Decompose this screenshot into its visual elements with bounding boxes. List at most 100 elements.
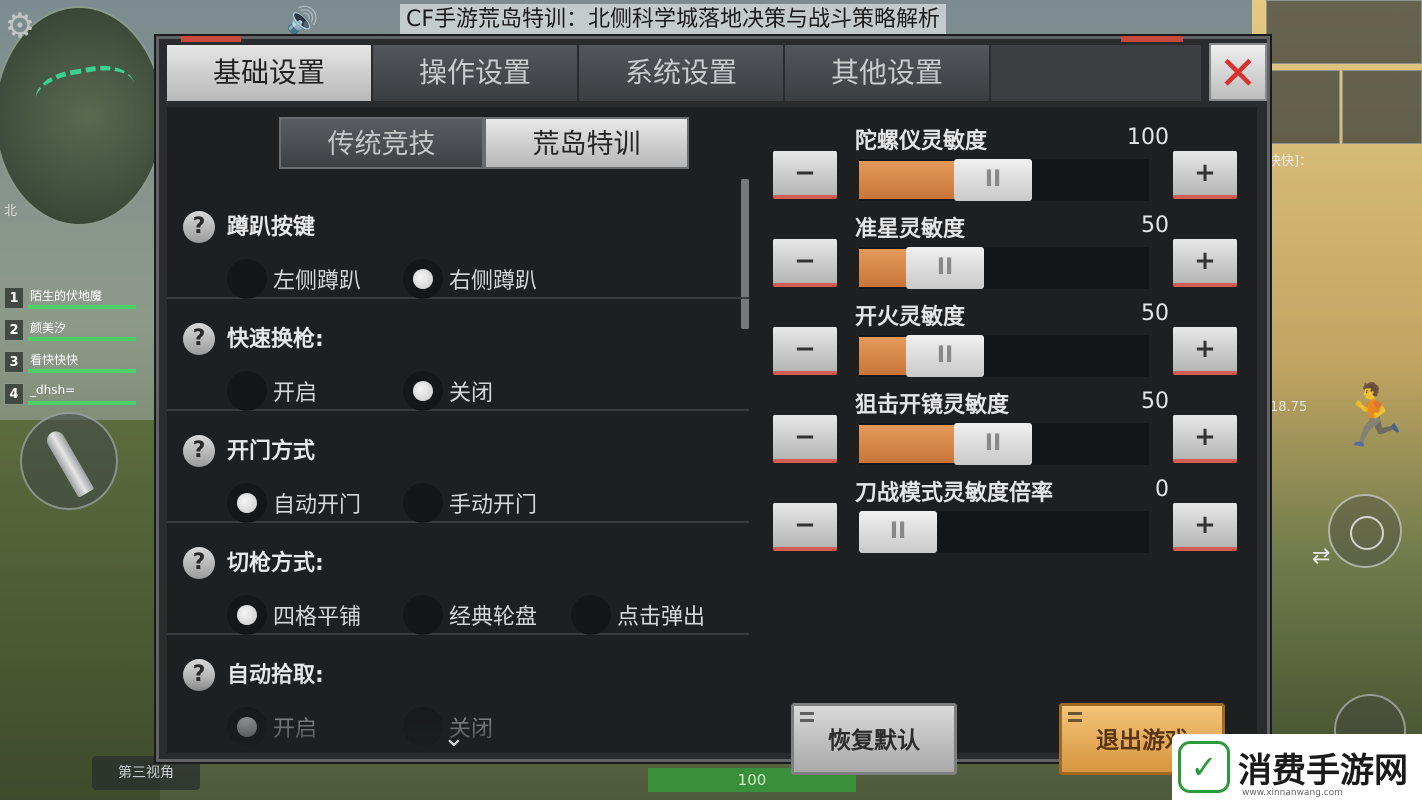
team-list: 1 陌生的伏地魔 2 颜美汐 3 看快快快 4 _dhsh=	[4, 282, 156, 410]
radio-label: 自动开门	[273, 493, 362, 518]
radio-option[interactable]: 右侧蹲趴	[403, 259, 537, 299]
slider-value: 100	[1127, 125, 1169, 150]
bullet-icon	[43, 428, 95, 498]
radio-option[interactable]: 四格平铺	[227, 595, 361, 635]
radio-option[interactable]: 经典轮盘	[403, 595, 537, 635]
slider-knife-mode-multiplier: 刀战模式灵敏度倍率 0 − II +	[773, 475, 1243, 563]
slider-track[interactable]: II	[859, 159, 1149, 201]
team-row: 3 看快快快	[4, 346, 156, 378]
teammate-name: 看快快快	[30, 353, 79, 367]
speaker-icon[interactable]: 🔊	[286, 6, 320, 36]
settings-panel: 基础设置 操作设置 系统设置 其他设置 ✕ 传统竞技 荒岛特训 ? 蹲趴按键 左…	[156, 36, 1270, 775]
radio-label: 开启	[273, 381, 318, 406]
glove-icon[interactable]	[1342, 70, 1422, 144]
slider-label: 准星灵敏度	[855, 217, 966, 242]
increase-button[interactable]: +	[1173, 503, 1237, 551]
attachment-slot[interactable]	[1266, 70, 1340, 144]
gear-icon[interactable]: ⚙	[0, 6, 40, 46]
panel-accent	[1121, 36, 1183, 42]
radio-label: 四格平铺	[273, 605, 362, 630]
radio-label: 左侧蹲趴	[273, 269, 362, 294]
slider-thumb[interactable]: II	[859, 511, 937, 553]
teammate-hp	[28, 305, 136, 309]
settings-content: 传统竞技 荒岛特训 ? 蹲趴按键 左侧蹲趴 右侧蹲趴 ? 快速换枪: 开启 关闭…	[167, 107, 1257, 775]
rifle-icon[interactable]	[1266, 0, 1422, 64]
slider-track[interactable]: II	[859, 423, 1149, 465]
help-icon[interactable]: ?	[183, 211, 215, 243]
slider-track[interactable]: II	[859, 247, 1149, 289]
team-row: 4 _dhsh=	[4, 378, 156, 410]
slider-thumb[interactable]: II	[954, 423, 1032, 465]
radio-button[interactable]	[403, 595, 443, 635]
radio-button[interactable]	[403, 371, 443, 411]
decrease-button[interactable]: −	[773, 327, 837, 375]
radio-option[interactable]: 左侧蹲趴	[227, 259, 361, 299]
tab-control-settings[interactable]: 操作设置	[373, 45, 579, 101]
slider-thumb[interactable]: II	[906, 335, 984, 377]
teammate-name: _dhsh=	[30, 383, 76, 397]
radio-button[interactable]	[227, 371, 267, 411]
slider-label: 陀螺仪灵敏度	[855, 129, 988, 154]
help-icon[interactable]: ?	[183, 435, 215, 467]
slider-crosshair-sensitivity: 准星灵敏度 50 − II +	[773, 211, 1243, 299]
slider-thumb[interactable]: II	[906, 247, 984, 289]
team-row: 2 颜美汐	[4, 314, 156, 346]
help-icon[interactable]: ?	[183, 323, 215, 355]
teammate-name: 颜美汐	[30, 321, 67, 335]
increase-button[interactable]: +	[1173, 239, 1237, 287]
slider-fire-sensitivity: 开火灵敏度 50 − II +	[773, 299, 1243, 387]
radio-button[interactable]	[403, 483, 443, 523]
compass-north-label: 北	[4, 204, 18, 219]
radio-option[interactable]: 自动开门	[227, 483, 361, 523]
chevron-down-icon[interactable]: ⌄	[443, 725, 465, 751]
menu-lines-icon	[1068, 712, 1082, 722]
slider-label: 开火灵敏度	[855, 305, 966, 330]
slider-track[interactable]: II	[859, 335, 1149, 377]
crosshair-icon[interactable]	[1328, 494, 1402, 568]
radio-option[interactable]: 开启	[227, 371, 317, 411]
radio-option[interactable]: 点击弹出	[571, 595, 705, 635]
slider-thumb[interactable]: II	[954, 159, 1032, 201]
decrease-button[interactable]: −	[773, 503, 837, 551]
tab-classic-mode[interactable]: 传统竞技	[279, 117, 484, 169]
radio-button[interactable]	[403, 259, 443, 299]
tab-other-settings[interactable]: 其他设置	[785, 45, 991, 101]
radio-button[interactable]	[227, 483, 267, 523]
section-title: 开门方式	[227, 439, 316, 464]
radio-option[interactable]: 关闭	[403, 371, 493, 411]
increase-button[interactable]: +	[1173, 151, 1237, 199]
setting-section-crouch: ? 蹲趴按键 左侧蹲趴 右侧蹲趴	[167, 187, 749, 299]
tab-basic-settings[interactable]: 基础设置	[167, 45, 373, 101]
slider-value: 50	[1141, 389, 1169, 414]
increase-button[interactable]: +	[1173, 415, 1237, 463]
radio-button[interactable]	[227, 259, 267, 299]
radio-label: 经典轮盘	[449, 605, 538, 630]
setting-section-weapon-switch: ? 切枪方式: 四格平铺 经典轮盘 点击弹出	[167, 523, 749, 635]
decrease-button[interactable]: −	[773, 415, 837, 463]
close-icon: ✕	[1218, 46, 1258, 100]
decrease-button[interactable]: −	[773, 239, 837, 287]
team-number: 3	[4, 351, 24, 373]
radio-option[interactable]: 手动开门	[403, 483, 537, 523]
tab-island-mode[interactable]: 荒岛特训	[484, 117, 689, 169]
slider-value: 0	[1155, 477, 1169, 502]
slider-track[interactable]: II	[859, 511, 1149, 553]
teammate-name: 陌生的伏地魔	[30, 289, 103, 303]
team-number: 1	[4, 287, 24, 309]
swap-icon[interactable]: ⇄	[1312, 544, 1330, 569]
tab-system-settings[interactable]: 系统设置	[579, 45, 785, 101]
reload-button[interactable]	[20, 412, 118, 510]
radio-label: 手动开门	[449, 493, 538, 518]
mode-tabs: 传统竞技 荒岛特训	[279, 117, 689, 169]
decrease-button[interactable]: −	[773, 151, 837, 199]
restore-defaults-button[interactable]: 恢复默认	[791, 703, 957, 775]
jump-icon[interactable]: 🏃	[1336, 370, 1411, 462]
brand-logo-icon: ✓	[1178, 741, 1230, 793]
radio-button[interactable]	[571, 595, 611, 635]
close-button[interactable]: ✕	[1209, 43, 1267, 101]
help-icon[interactable]: ?	[183, 547, 215, 579]
increase-button[interactable]: +	[1173, 327, 1237, 375]
slider-value: 50	[1141, 213, 1169, 238]
radio-button[interactable]	[227, 595, 267, 635]
radio-label: 右侧蹲趴	[449, 269, 538, 294]
